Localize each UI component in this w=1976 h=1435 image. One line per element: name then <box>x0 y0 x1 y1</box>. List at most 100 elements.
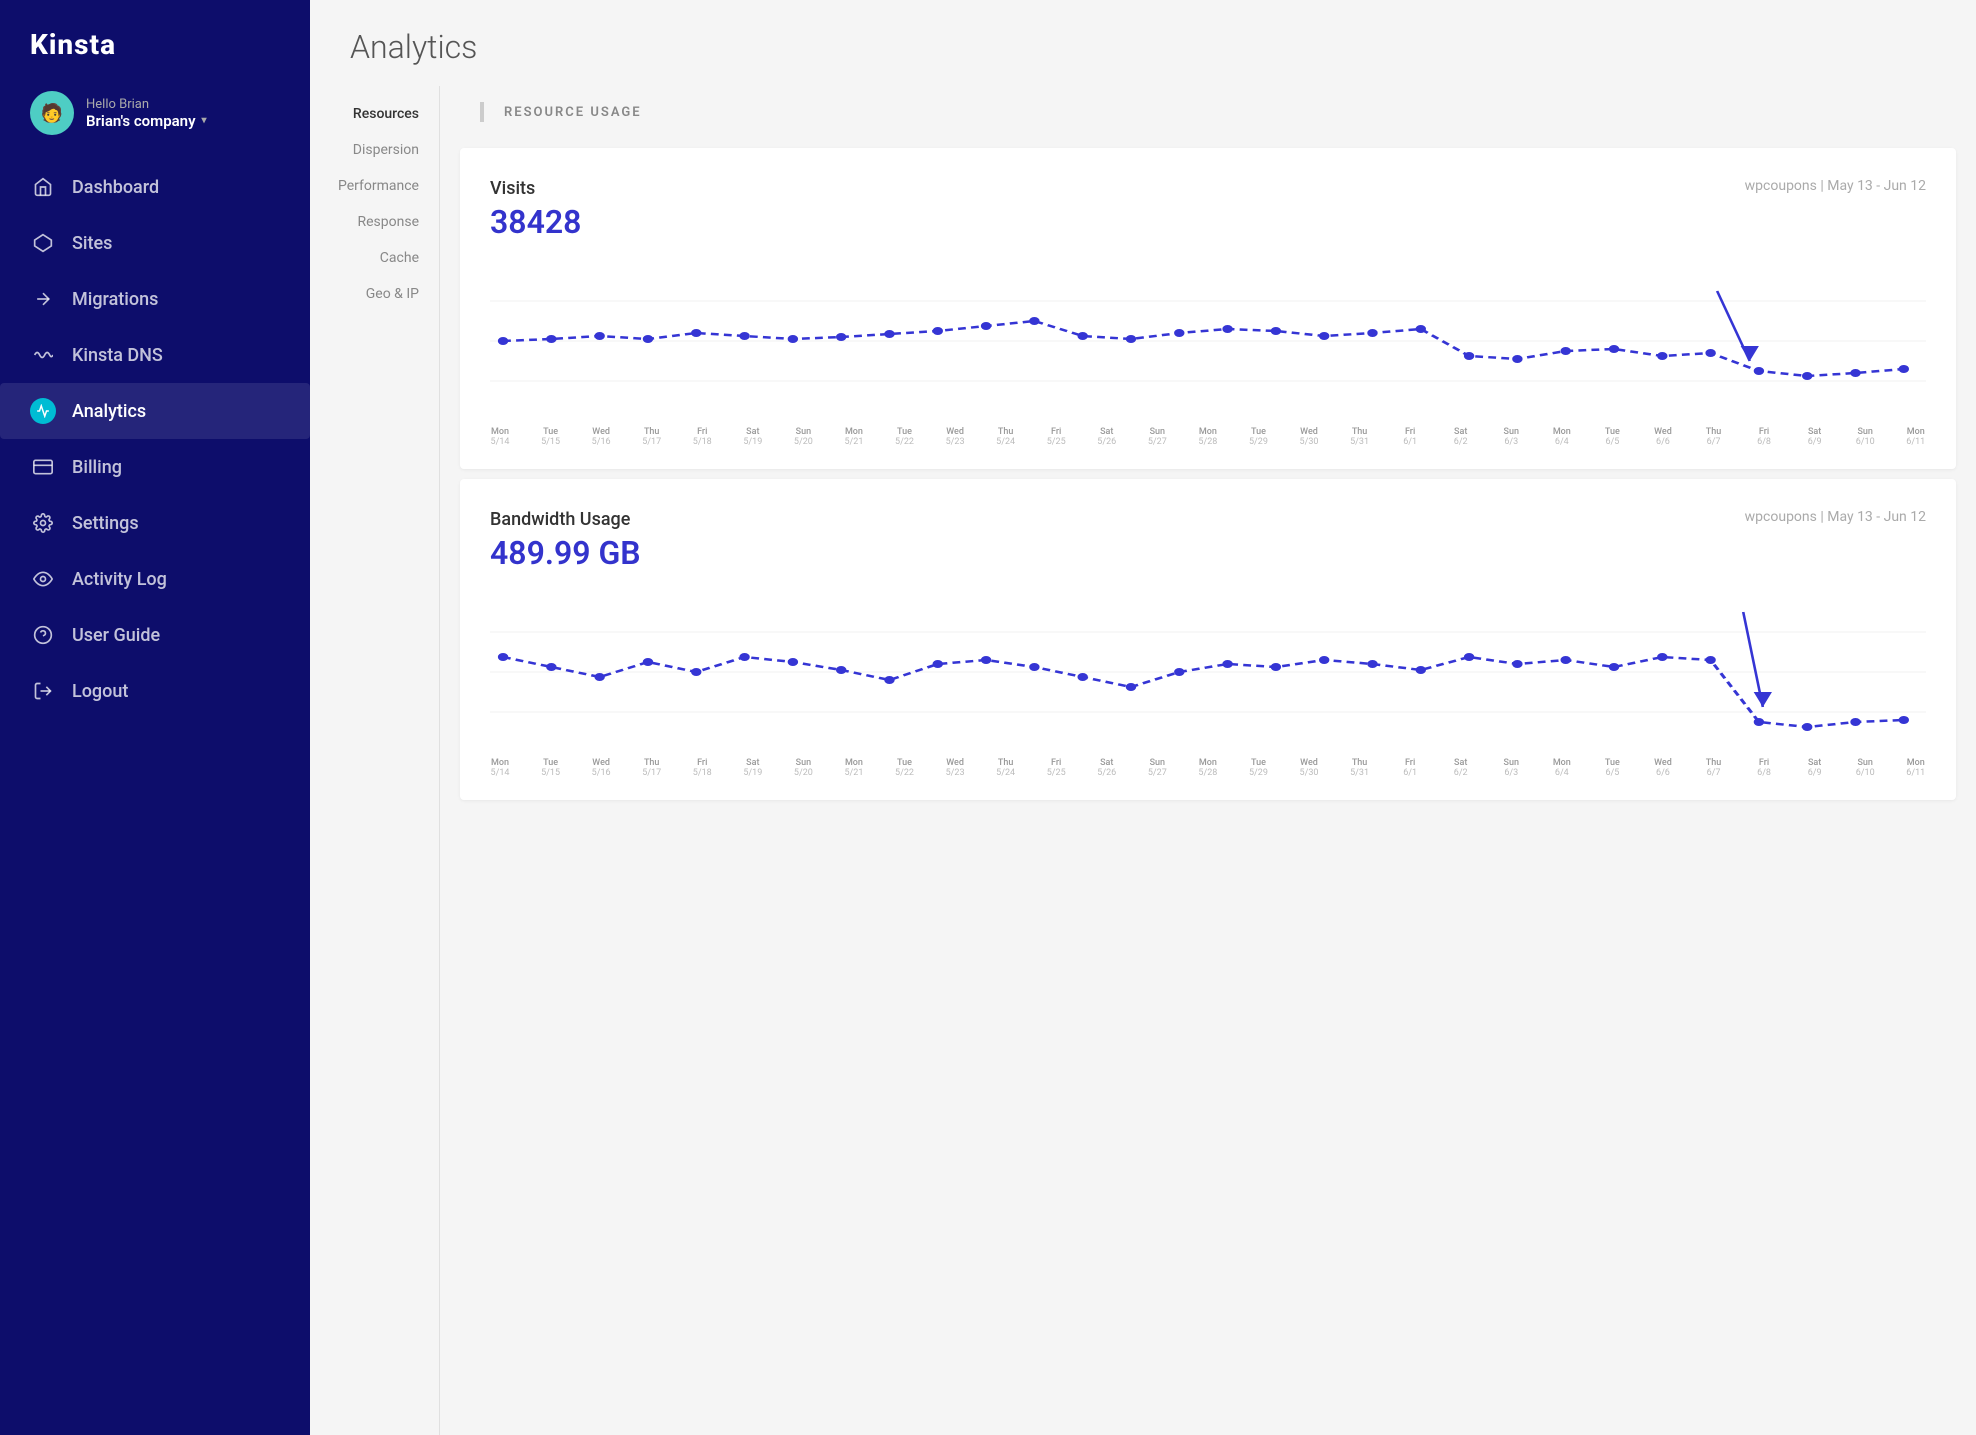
x-label: Sun6/10 <box>1855 758 1875 778</box>
x-label: Mon6/11 <box>1906 427 1926 447</box>
chart-meta: wpcoupons | May 13 - Jun 12 <box>1745 509 1926 525</box>
x-label: Sat5/26 <box>1097 758 1117 778</box>
sidebar-item-label: Billing <box>72 457 122 478</box>
sidebar-item-migrations[interactable]: Migrations <box>0 271 310 327</box>
sub-nav: Resources Dispersion Performance Respons… <box>310 86 440 1435</box>
sidebar-item-label: Kinsta DNS <box>72 345 163 366</box>
sidebar-item-label: Activity Log <box>72 569 167 590</box>
x-label: Sat5/19 <box>743 427 763 447</box>
sidebar-item-logout[interactable]: Logout <box>0 663 310 719</box>
sidebar-item-label: Settings <box>72 513 139 534</box>
chart-icon <box>30 398 56 424</box>
x-label: Thu6/7 <box>1704 427 1724 447</box>
chart-title: Visits <box>490 178 535 199</box>
x-label: Tue5/29 <box>1248 758 1268 778</box>
x-label: Tue6/5 <box>1602 427 1622 447</box>
sidebar-item-label: Sites <box>72 233 112 254</box>
credit-card-icon <box>30 454 56 480</box>
sidebar-item-user-guide[interactable]: User Guide <box>0 607 310 663</box>
chart-header: Bandwidth Usage wpcoupons | May 13 - Jun… <box>490 509 1926 530</box>
sub-nav-dispersion[interactable]: Dispersion <box>310 132 439 168</box>
sidebar-item-label: User Guide <box>72 625 160 646</box>
x-label: Tue5/22 <box>895 427 915 447</box>
sidebar-item-sites[interactable]: Sites <box>0 215 310 271</box>
wave-icon <box>30 342 56 368</box>
chart-value: 38428 <box>490 203 1926 241</box>
x-label: Fri6/8 <box>1754 758 1774 778</box>
x-label: Wed5/23 <box>945 758 965 778</box>
main-content: Analytics Resources Dispersion Performan… <box>310 0 1976 1435</box>
x-label: Sat5/26 <box>1097 427 1117 447</box>
x-label: Sun5/27 <box>1147 427 1167 447</box>
diamond-icon <box>30 230 56 256</box>
x-label: Mon5/28 <box>1198 758 1218 778</box>
x-label: Thu5/24 <box>996 427 1016 447</box>
x-label: Thu5/31 <box>1350 758 1370 778</box>
sub-nav-performance[interactable]: Performance <box>310 168 439 204</box>
user-info[interactable]: 🧑 Hello Brian Brian's company ▾ <box>0 81 310 159</box>
x-label: Mon6/4 <box>1552 758 1572 778</box>
sidebar-item-kinsta-dns[interactable]: Kinsta DNS <box>0 327 310 383</box>
x-label: Wed6/6 <box>1653 758 1673 778</box>
sidebar-item-activity-log[interactable]: Activity Log <box>0 551 310 607</box>
sidebar-item-label: Dashboard <box>72 177 159 198</box>
x-label: Wed6/6 <box>1653 427 1673 447</box>
x-label: Mon5/21 <box>844 758 864 778</box>
x-label: Fri5/18 <box>692 758 712 778</box>
x-label: Fri5/25 <box>1046 758 1066 778</box>
user-greeting: Hello Brian <box>86 97 207 112</box>
x-label: Wed5/16 <box>591 758 611 778</box>
resource-usage-header: RESOURCE USAGE <box>440 86 1976 138</box>
x-label: Mon5/21 <box>844 427 864 447</box>
sidebar-item-settings[interactable]: Settings <box>0 495 310 551</box>
resource-usage-title: RESOURCE USAGE <box>504 105 642 120</box>
logout-icon <box>30 678 56 704</box>
x-label: Thu5/17 <box>642 758 662 778</box>
sub-nav-cache[interactable]: Cache <box>310 240 439 276</box>
x-label: Thu5/31 <box>1350 427 1370 447</box>
x-label: Mon5/14 <box>490 427 510 447</box>
sub-nav-resources[interactable]: Resources <box>310 96 439 132</box>
x-label: Wed5/16 <box>591 427 611 447</box>
x-label: Fri6/1 <box>1400 758 1420 778</box>
x-label: Mon6/11 <box>1906 758 1926 778</box>
x-label: Sun6/3 <box>1501 758 1521 778</box>
sub-nav-response[interactable]: Response <box>310 204 439 240</box>
x-label: Fri6/8 <box>1754 427 1774 447</box>
visits-chart-card: Visits wpcoupons | May 13 - Jun 12 38428 <box>460 148 1956 469</box>
x-label: Sat6/2 <box>1451 758 1471 778</box>
sidebar-item-dashboard[interactable]: Dashboard <box>0 159 310 215</box>
sidebar-item-label: Analytics <box>72 401 146 422</box>
avatar: 🧑 <box>30 91 74 135</box>
x-label: Sat6/9 <box>1805 427 1825 447</box>
arrow-right-icon <box>30 286 56 312</box>
page-title: Analytics <box>310 0 1976 86</box>
chart-meta: wpcoupons | May 13 - Jun 12 <box>1745 178 1926 194</box>
logo: Kinsta <box>0 0 310 81</box>
x-label: Fri5/25 <box>1046 427 1066 447</box>
user-company: Brian's company ▾ <box>86 112 207 130</box>
sub-nav-geo-ip[interactable]: Geo & IP <box>310 276 439 312</box>
x-label: Mon5/28 <box>1198 427 1218 447</box>
main-nav: Dashboard Sites Migrations Kinsta DNS An… <box>0 159 310 719</box>
sidebar-item-label: Logout <box>72 681 128 702</box>
eye-icon <box>30 566 56 592</box>
x-label: Sun5/20 <box>793 427 813 447</box>
charts-area: RESOURCE USAGE Visits wpcoupons | May 13… <box>440 86 1976 1435</box>
x-label: Tue5/15 <box>541 758 561 778</box>
bandwidth-chart-card: Bandwidth Usage wpcoupons | May 13 - Jun… <box>460 479 1956 800</box>
bandwidth-chart <box>490 592 1926 756</box>
chart-header: Visits wpcoupons | May 13 - Jun 12 <box>490 178 1926 199</box>
sidebar-item-analytics[interactable]: Analytics <box>0 383 310 439</box>
x-label: Tue5/15 <box>541 427 561 447</box>
x-label: Wed5/23 <box>945 427 965 447</box>
house-icon <box>30 174 56 200</box>
sidebar-item-billing[interactable]: Billing <box>0 439 310 495</box>
x-label: Mon6/4 <box>1552 427 1572 447</box>
visits-chart <box>490 261 1926 425</box>
x-label: Tue5/22 <box>895 758 915 778</box>
x-label: Sun6/10 <box>1855 427 1875 447</box>
x-label: Thu5/17 <box>642 427 662 447</box>
chart-title: Bandwidth Usage <box>490 509 630 530</box>
sidebar-item-label: Migrations <box>72 289 158 310</box>
